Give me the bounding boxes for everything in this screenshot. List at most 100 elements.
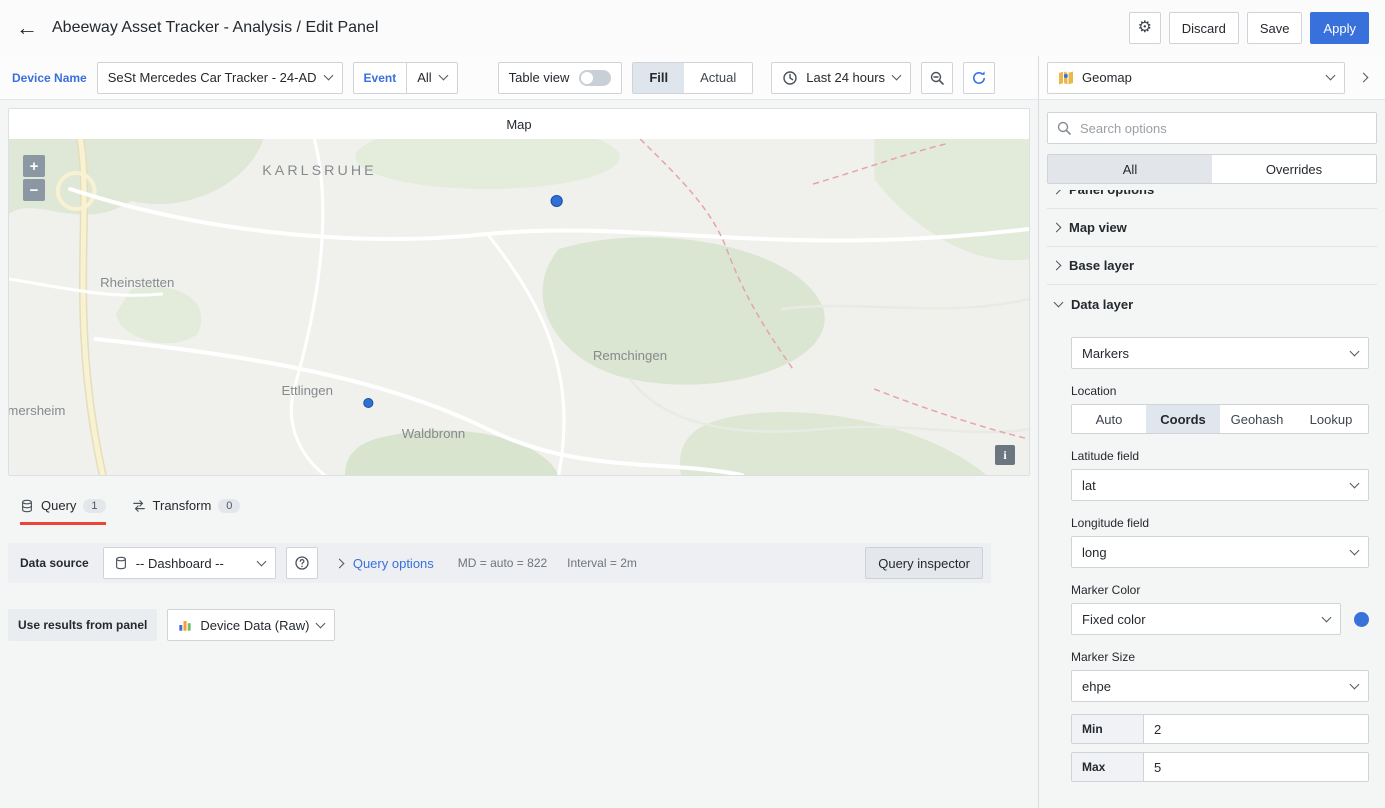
map-graphic: KARLSRUHE Rheinstetten Remchingen Ettlin… — [9, 139, 1029, 475]
options-tab-overrides[interactable]: Overrides — [1212, 155, 1376, 183]
gear-icon: ⚙ — [1138, 20, 1152, 36]
datasource-value: -- Dashboard -- — [136, 556, 224, 571]
longitude-field-label: Longitude field — [1071, 516, 1369, 530]
source-panel-dropdown[interactable]: Device Data (Raw) — [167, 609, 335, 641]
max-data-points-text: MD = auto = 822 — [458, 556, 547, 570]
fill-mode-option[interactable]: Fill — [633, 63, 684, 93]
time-range-picker[interactable]: Last 24 hours — [771, 62, 911, 94]
transform-count-badge: 0 — [218, 499, 240, 513]
header-actions: ⚙ Discard Save Apply — [1129, 12, 1369, 44]
marker-color-row: Fixed color — [1071, 603, 1369, 635]
marker-size-select[interactable]: ehpe — [1071, 670, 1369, 702]
options-sections: Panel options Map view Base layer Data l… — [1047, 190, 1377, 782]
datasource-dropdown[interactable]: -- Dashboard -- — [103, 547, 276, 579]
section-map-view[interactable]: Map view — [1047, 209, 1377, 247]
clock-icon — [782, 70, 798, 86]
visualization-picker-area: Geomap — [1038, 56, 1385, 99]
section-map-view-label: Map view — [1069, 220, 1127, 235]
zoom-out-button[interactable]: − — [23, 179, 45, 201]
chevron-down-icon — [1054, 297, 1064, 307]
city-label-germersheim: rmersheim — [9, 403, 65, 418]
city-label-ettlingen: Ettlingen — [282, 383, 333, 398]
panel-settings-button[interactable]: ⚙ — [1129, 12, 1161, 44]
latitude-field-select[interactable]: lat — [1071, 469, 1369, 501]
event-dropdown[interactable]: All — [407, 63, 456, 93]
page-title: Abeeway Asset Tracker - Analysis / Edit … — [52, 19, 1115, 37]
layer-type-select[interactable]: Markers — [1071, 337, 1369, 369]
zoom-out-time-button[interactable] — [921, 62, 953, 94]
chevron-down-icon — [1322, 612, 1332, 622]
datasource-help-button[interactable] — [286, 547, 318, 579]
device-name-dropdown[interactable]: SeSt Mercedes Car Tracker - 24-AD — [97, 62, 343, 94]
apply-button[interactable]: Apply — [1310, 12, 1369, 44]
min-size-input[interactable] — [1143, 714, 1369, 744]
refresh-button[interactable] — [963, 62, 995, 94]
location-auto-option[interactable]: Auto — [1072, 405, 1146, 433]
edit-panel-body: Map — [0, 100, 1385, 808]
device-name-value: SeSt Mercedes Car Tracker - 24-AD — [108, 70, 317, 85]
marker-size-value: ehpe — [1082, 679, 1351, 694]
marker-color-select[interactable]: Fixed color — [1071, 603, 1341, 635]
table-view-toggle[interactable] — [579, 70, 611, 86]
map-panel: Map — [8, 108, 1030, 476]
search-icon — [1056, 120, 1072, 136]
tab-query[interactable]: Query 1 — [20, 498, 106, 525]
location-coords-option[interactable]: Coords — [1146, 405, 1220, 433]
location-geohash-option[interactable]: Geohash — [1220, 405, 1294, 433]
back-arrow-icon[interactable]: ← — [16, 17, 38, 39]
interval-text: Interval = 2m — [567, 556, 637, 570]
max-size-input[interactable] — [1143, 752, 1369, 782]
device-name-variable-label: Device Name — [12, 71, 87, 85]
longitude-field-select[interactable]: long — [1071, 536, 1369, 568]
latitude-field-label: Latitude field — [1071, 449, 1369, 463]
map-marker[interactable] — [551, 196, 562, 207]
map-marker[interactable] — [364, 399, 373, 408]
options-search-input[interactable] — [1080, 121, 1368, 136]
section-panel-options[interactable]: Panel options — [1047, 190, 1377, 209]
event-variable: Event All — [353, 62, 458, 94]
chevron-right-icon — [1358, 73, 1368, 83]
city-label-remchingen: Remchingen — [593, 348, 667, 363]
location-mode-group: Auto Coords Geohash Lookup — [1071, 404, 1369, 434]
section-base-layer[interactable]: Base layer — [1047, 247, 1377, 285]
chevron-down-icon — [1350, 545, 1360, 555]
zoom-in-button[interactable]: + — [23, 155, 45, 177]
map-zoom-controls: + − — [23, 155, 45, 201]
section-base-layer-label: Base layer — [1069, 258, 1134, 273]
layer-type-value: Markers — [1082, 346, 1351, 361]
tab-query-label: Query — [41, 498, 76, 513]
marker-color-swatch[interactable] — [1354, 612, 1369, 627]
chevron-right-icon — [334, 558, 344, 568]
min-label: Min — [1071, 714, 1143, 744]
location-lookup-option[interactable]: Lookup — [1294, 405, 1368, 433]
section-data-layer[interactable]: Data layer — [1047, 285, 1377, 323]
datasource-row: Data source -- Dashboard -- Query option… — [8, 543, 991, 583]
chevron-down-icon — [892, 71, 902, 81]
database-icon — [20, 499, 34, 513]
use-results-row: Use results from panel Device Data (Raw) — [8, 609, 1030, 641]
actual-mode-option[interactable]: Actual — [684, 63, 752, 93]
marker-size-label: Marker Size — [1071, 650, 1369, 664]
map-canvas[interactable]: KARLSRUHE Rheinstetten Remchingen Ettlin… — [9, 139, 1029, 475]
help-circle-icon — [294, 555, 310, 571]
map-attribution-button[interactable]: i — [995, 445, 1015, 465]
collapse-options-pane-button[interactable] — [1351, 62, 1377, 94]
top-header: ← Abeeway Asset Tracker - Analysis / Edi… — [0, 0, 1385, 56]
query-options-link[interactable]: Query options — [353, 556, 434, 571]
discard-button[interactable]: Discard — [1169, 12, 1239, 44]
options-tab-all[interactable]: All — [1048, 155, 1212, 183]
query-inspector-button[interactable]: Query inspector — [865, 547, 983, 579]
tab-transform[interactable]: Transform 0 — [132, 498, 241, 525]
geomap-icon — [1058, 70, 1074, 86]
source-panel-value: Device Data (Raw) — [200, 618, 309, 633]
table-view-label: Table view — [509, 70, 570, 85]
save-button[interactable]: Save — [1247, 12, 1303, 44]
visualization-name: Geomap — [1082, 70, 1319, 85]
longitude-field-value: long — [1082, 545, 1351, 560]
event-value: All — [417, 70, 431, 85]
options-search[interactable] — [1047, 112, 1377, 144]
marker-color-label: Marker Color — [1071, 583, 1369, 597]
visualization-picker[interactable]: Geomap — [1047, 62, 1345, 94]
table-view-control: Table view — [498, 62, 623, 94]
tab-transform-label: Transform — [153, 498, 212, 513]
